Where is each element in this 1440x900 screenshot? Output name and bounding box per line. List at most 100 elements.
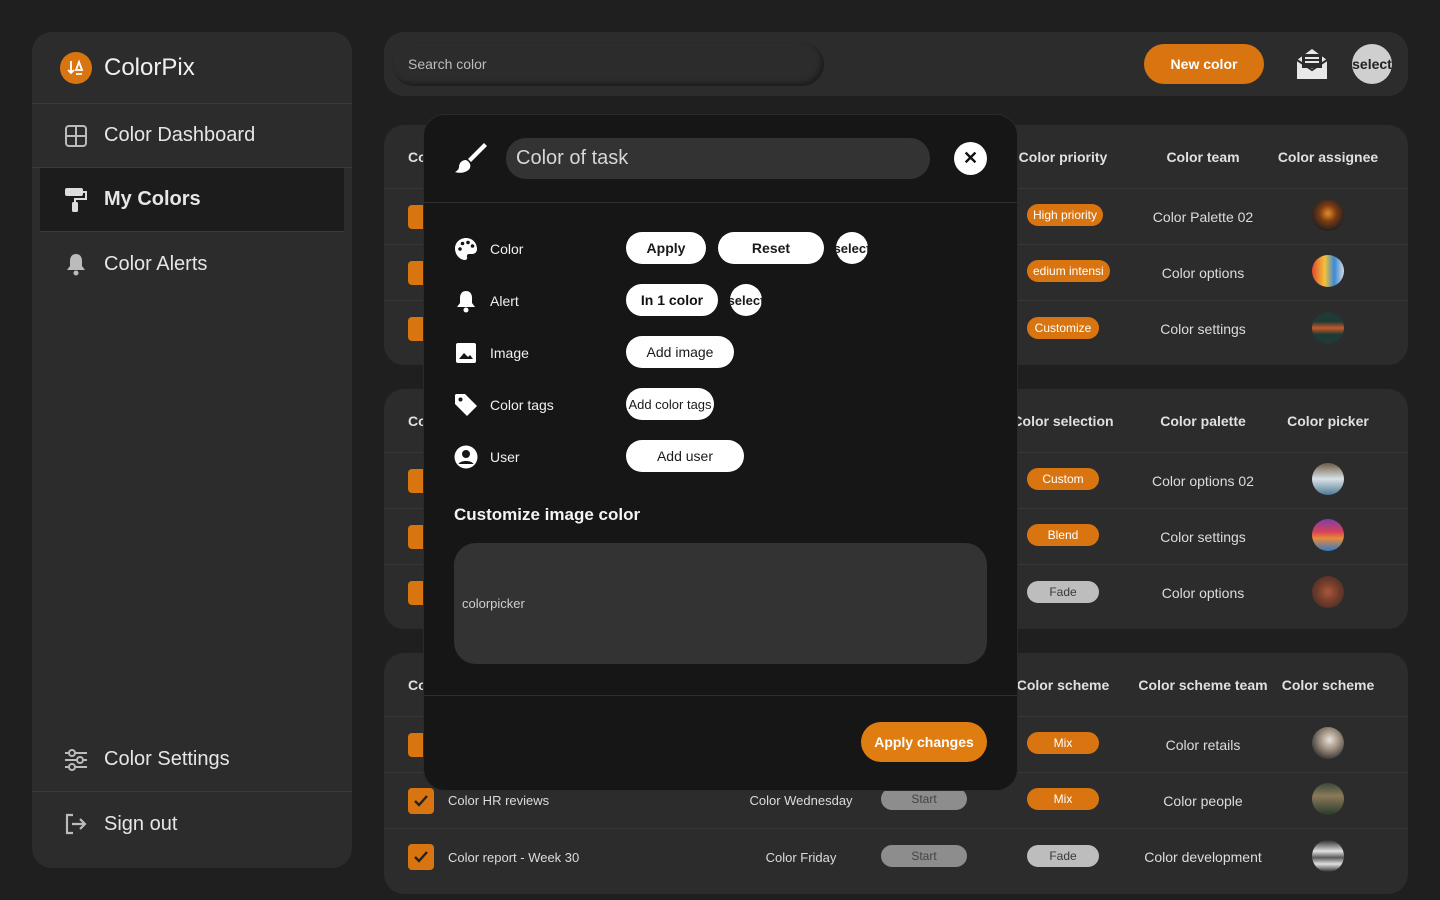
sidebar-item-label: Color Settings (104, 748, 230, 770)
apply-changes-button[interactable]: Apply changes (861, 722, 987, 762)
sidebar-item-sign-out[interactable]: Sign out (32, 792, 352, 856)
table-row[interactable]: Color report - Week 30 Color Friday Star… (384, 829, 1408, 885)
color-select-button[interactable]: select (836, 232, 868, 264)
avatar (1312, 311, 1344, 344)
status-badge: Start (881, 844, 967, 867)
property-color: Color (454, 233, 523, 265)
apply-button[interactable]: Apply (626, 232, 706, 264)
sidebar-item-my-colors[interactable]: My Colors (40, 168, 344, 232)
sidebar-item-color-dashboard[interactable]: Color Dashboard (32, 104, 352, 168)
reset-button[interactable]: Reset (718, 232, 824, 264)
property-label: Image (490, 345, 529, 361)
priority-badge: High priority (1027, 204, 1104, 226)
priority-badge: Customize (1027, 316, 1099, 339)
due-day: Color Friday (765, 849, 837, 865)
sidebar-item-label: Sign out (104, 812, 178, 835)
user-icon (454, 445, 478, 469)
column-header: Color palette (1160, 412, 1246, 429)
add-user-button[interactable]: Add user (626, 440, 744, 472)
sidebar-item-label: Color Alerts (104, 252, 208, 275)
mail-icon[interactable] (1294, 46, 1330, 82)
modal-header: Color of task ✕ (424, 115, 1017, 203)
selection-badge: Blend (1027, 524, 1099, 546)
team-cell: Color Palette 02 (1152, 208, 1254, 225)
task-name: Color report - Week 30 (448, 849, 580, 865)
avatar (1312, 575, 1344, 608)
palette-cell: Color options (1161, 585, 1245, 601)
property-color-tags: Color tags (454, 389, 554, 421)
column-header: Color scheme (1016, 676, 1110, 693)
app-name: ColorPix (104, 53, 195, 81)
brush-icon (454, 141, 488, 175)
palette-cell: Color settings (1160, 528, 1246, 545)
team-cell: Color options (1161, 264, 1245, 281)
sidebar-item-color-alerts[interactable]: Color Alerts (32, 232, 352, 296)
column-header: Color scheme (1281, 676, 1375, 693)
team-cell: Color people (1163, 792, 1243, 809)
search-input[interactable]: Search color (392, 42, 824, 86)
close-icon[interactable]: ✕ (954, 142, 987, 175)
section-title: Customize image color (454, 505, 641, 524)
checkbox[interactable] (408, 787, 434, 814)
sidebar-item-color-settings[interactable]: Color Settings (32, 728, 352, 792)
sign-out-icon (64, 812, 88, 836)
scheme-badge: Fade (1027, 844, 1099, 867)
team-cell: Color settings (1160, 321, 1246, 337)
grid-icon (64, 124, 88, 148)
property-image: Image (454, 337, 529, 369)
avatar (1312, 783, 1344, 815)
palette-icon (454, 237, 478, 261)
property-label: Color (490, 241, 524, 257)
property-user: User (454, 441, 520, 473)
paint-roller-icon (64, 187, 88, 212)
column-header: Color selection (1012, 412, 1114, 429)
scheme-badge: Mix (1027, 732, 1099, 754)
property-label: Color tags (490, 397, 554, 413)
avatar (1312, 255, 1344, 287)
status-badge: Start (881, 788, 967, 810)
color-picker[interactable]: colorpicker (454, 543, 987, 664)
avatar (1312, 519, 1344, 551)
image-icon (454, 341, 478, 365)
task-title-input[interactable]: Color of task (506, 138, 930, 179)
logo[interactable]: ColorPix (32, 32, 352, 104)
avatar[interactable]: select (1352, 44, 1392, 84)
add-image-button[interactable]: Add image (626, 336, 734, 368)
avatar (1312, 839, 1344, 872)
sidebar-bottom: Color Settings Sign out (32, 728, 352, 856)
team-cell: Color retails (1165, 736, 1241, 753)
team-cell: Color development (1144, 849, 1262, 865)
new-color-button[interactable]: New color (1144, 44, 1264, 84)
top-bar: Search color New color select (384, 32, 1408, 96)
avatar (1312, 199, 1344, 231)
modal-footer: Apply changes (424, 695, 1017, 791)
selection-badge: Fade (1027, 580, 1099, 603)
column-header: Color scheme team (1138, 676, 1268, 693)
column-header: Color priority (1018, 148, 1108, 165)
bell-icon (454, 289, 478, 313)
sidebar-item-label: My Colors (104, 188, 201, 210)
priority-badge: edium intensi (1027, 260, 1110, 282)
column-header: Color team (1166, 148, 1240, 165)
alert-select-button[interactable]: select (730, 284, 762, 316)
sidebar-item-label: Color Dashboard (104, 124, 256, 146)
property-label: User (490, 449, 520, 465)
tag-icon (454, 393, 478, 417)
add-color-tags-button[interactable]: Add color tags (626, 388, 714, 420)
sliders-icon (64, 748, 88, 772)
column-header: Color picker (1287, 412, 1369, 429)
avatar (1312, 463, 1344, 495)
selection-badge: Custom (1027, 468, 1099, 490)
due-day: Color Wednesday (749, 793, 853, 808)
scheme-badge: Mix (1027, 788, 1099, 810)
sort-icon (60, 51, 92, 84)
palette-cell: Color options 02 (1152, 472, 1254, 489)
alert-value-button[interactable]: In 1 color (626, 284, 718, 316)
task-modal: Color of task ✕ Color Apply Reset select… (423, 114, 1018, 791)
sidebar: ColorPix Color Dashboard My Colors Color… (32, 32, 352, 868)
property-label: Alert (490, 293, 519, 309)
column-header: Color assignee (1277, 148, 1379, 165)
checkbox[interactable] (408, 844, 434, 870)
bell-icon (64, 252, 88, 276)
task-name: Color HR reviews (448, 793, 550, 808)
